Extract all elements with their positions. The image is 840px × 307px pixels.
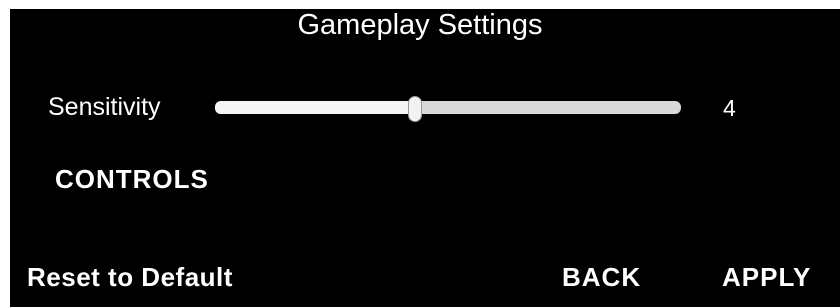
sensitivity-label: Sensitivity [48,93,161,121]
reset-to-default-button[interactable]: Reset to Default [27,262,233,293]
slider-thumb[interactable] [408,96,422,122]
slider-fill [215,101,415,114]
page-title: Gameplay Settings [297,9,543,41]
sensitivity-slider[interactable] [215,96,681,122]
back-button[interactable]: BACK [562,262,641,293]
controls-button[interactable]: CONTROLS [55,164,209,195]
apply-button[interactable]: APPLY [722,262,811,293]
sensitivity-value: 4 [723,95,736,121]
